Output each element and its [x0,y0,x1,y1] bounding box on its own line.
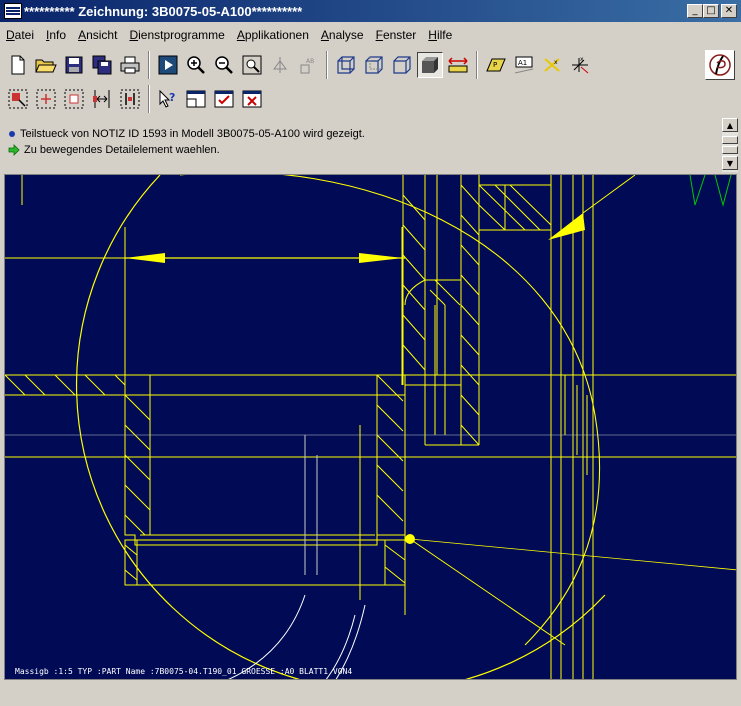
toolbar-separator [476,51,478,79]
secondary-toolbar: ? [4,82,266,116]
menu-applikationen[interactable]: Applikationen [231,28,315,42]
zoom-fit-icon[interactable] [239,52,265,78]
zoom-in-icon[interactable] [183,52,209,78]
select-region-icon[interactable] [5,86,31,112]
menu-mnemonic: A [236,28,245,42]
menubar: Datei Info Ansicht Dienstprogramme Applikati… [0,24,741,46]
print-icon[interactable] [117,52,143,78]
window-close-icon[interactable] [239,86,265,112]
menu-label: nfo [49,28,67,42]
menu-analyse[interactable]: Analyse [315,28,370,42]
repaint-icon[interactable] [155,52,181,78]
menu-mnemonic: A [78,28,87,42]
detail-snap-icon[interactable] [117,86,143,112]
scroll-down-button[interactable]: ▼ [722,156,738,170]
shaded-icon[interactable] [417,52,443,78]
window-controls: _ □ ✕ [687,4,737,18]
menu-hilfe[interactable]: Hilfe [422,28,458,42]
svg-text:A1: A1 [518,59,527,67]
save-icon[interactable] [61,52,87,78]
svg-text:AB: AB [306,58,314,65]
menu-mnemonic: A [320,28,329,42]
drawing-footer-text: Massigb :1:5 TYP :PART Name :7B0075-04.T… [15,667,352,676]
maximize-button[interactable]: □ [703,4,719,18]
drawing-svg[interactable]: Massigb :1:5 TYP :PART Name :7B0075-04.T… [5,175,737,680]
toolbar-separator [148,51,150,79]
main-toolbar: AB P A1 x x [4,48,594,82]
message-area: Teilstueck von NOTIZ ID 1593 in Modell 3… [0,118,741,172]
hidden-line-icon[interactable] [361,52,387,78]
pro-engineer-logo-button[interactable] [705,50,735,80]
view-list-icon[interactable]: AB [295,52,321,78]
dimension-icon[interactable] [445,52,471,78]
close-button[interactable]: ✕ [721,4,737,18]
menu-label: ilfe [436,28,453,42]
scroll-up-button[interactable]: ▲ [722,118,738,132]
svg-text:P: P [493,61,497,69]
menu-ansicht[interactable]: Ansicht [72,28,123,42]
menu-fenster[interactable]: Fenster [370,28,423,42]
datum-planes-icon[interactable]: P [483,52,509,78]
spin-icon[interactable] [267,52,293,78]
svg-text:x: x [554,59,558,66]
detail-view-icon[interactable] [33,86,59,112]
toolbar-separator [148,85,150,113]
window-titlebar[interactable]: ********** Zeichnung: 3B0075-05-A100****… [0,0,741,22]
menu-datei[interactable]: Datei [0,28,40,42]
app-icon[interactable] [4,3,22,19]
save-copy-icon[interactable] [89,52,115,78]
window-title: ********** Zeichnung: 3B0075-05-A100****… [24,3,303,19]
datum-points-icon[interactable]: x [539,52,565,78]
scroll-thumb[interactable] [722,136,738,144]
menu-label: nalyse [328,28,364,42]
message-scrollbar[interactable]: ▲ ▼ [722,118,738,172]
menu-mnemonic: D [129,28,139,42]
toolbar-separator [326,51,328,79]
svg-text:?: ? [169,91,175,104]
open-folder-icon[interactable] [33,52,59,78]
menu-info[interactable]: Info [40,28,72,42]
scroll-thumb-lower[interactable] [722,146,738,154]
status-bar [0,682,741,706]
message-line-info: Teilstueck von NOTIZ ID 1593 in Modell 3… [8,128,365,140]
prompt-text: Zu bewegendes Detailelement waehlen. [24,144,220,156]
drawing-canvas[interactable]: Massigb :1:5 TYP :PART Name :7B0075-04.T… [4,174,737,680]
datum-axes-icon[interactable]: A1 [511,52,537,78]
no-hidden-icon[interactable] [389,52,415,78]
menu-mnemonic: H [428,28,437,42]
menu-label: ienstprogramme [138,28,225,42]
new-file-icon[interactable] [5,52,31,78]
menu-label: pplikationen [244,28,309,42]
menu-mnemonic: F [375,28,383,42]
menu-dienstprogramme[interactable]: Dienstprogramme [123,28,230,42]
pro-engineer-logo-icon [709,54,731,76]
coordinate-systems-icon[interactable]: x [567,52,593,78]
zoom-out-icon[interactable] [211,52,237,78]
message-text: Teilstueck von NOTIZ ID 1593 in Modell 3… [20,128,365,140]
context-help-icon[interactable]: ? [155,86,181,112]
menu-label: nsicht [86,28,118,42]
detail-align-icon[interactable] [89,86,115,112]
menu-label: atei [14,28,35,42]
wireframe-icon[interactable] [333,52,359,78]
window-activate-icon[interactable] [211,86,237,112]
menu-mnemonic: D [6,28,15,42]
detail-move-icon[interactable] [61,86,87,112]
window-tile-icon[interactable] [183,86,209,112]
prompt-arrow-icon [8,144,20,156]
message-line-prompt: Zu bewegendes Detailelement waehlen. [8,144,220,156]
minimize-button[interactable]: _ [687,4,703,18]
menu-label: enster [382,28,417,42]
info-bullet-icon [9,131,15,137]
svg-text:x: x [580,56,584,63]
